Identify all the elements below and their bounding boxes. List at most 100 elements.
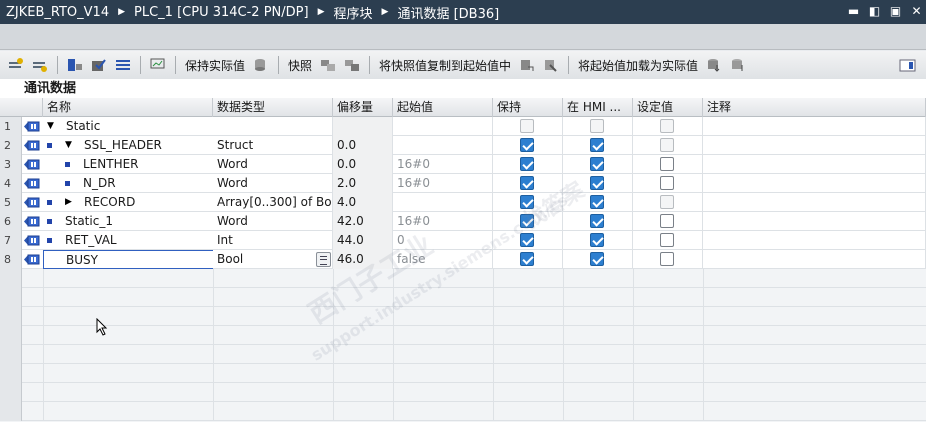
breadcrumb-program-blocks[interactable]: 程序块 (332, 3, 375, 22)
cell-start-value[interactable]: false (393, 250, 493, 269)
cell-start-value[interactable] (393, 136, 493, 155)
cell-comment[interactable] (703, 231, 926, 250)
copy-snapshot-to-start-button[interactable]: 将快照值复制到起始值中 (375, 57, 515, 74)
restore-icon[interactable]: ◧ (867, 3, 882, 18)
expand-down-icon[interactable]: ▼ (65, 140, 72, 150)
cell-start-value[interactable] (393, 117, 493, 136)
retain-checkbox[interactable] (520, 252, 534, 266)
cell-comment[interactable] (703, 136, 926, 155)
table-row[interactable]: 3 LENTHER Word 0.0 16#0 (0, 155, 926, 174)
table-row[interactable]: 8 BUSY Bool 46.0 false (0, 250, 926, 269)
setpoint-checkbox[interactable] (660, 214, 674, 228)
hmi-visible-checkbox[interactable] (590, 214, 604, 228)
maximize-icon[interactable]: ▣ (888, 3, 903, 18)
cell-name[interactable]: Static (66, 117, 213, 136)
setpoint-checkbox[interactable] (660, 176, 674, 190)
list-icon[interactable] (113, 55, 133, 75)
setpoint-checkbox[interactable] (660, 119, 674, 133)
cell-datatype[interactable]: Int (213, 231, 333, 250)
column-header-name[interactable]: 名称 (43, 98, 213, 117)
setpoint-checkbox[interactable] (660, 233, 674, 247)
cell-comment[interactable] (703, 193, 926, 212)
cell-start-value[interactable]: 16#0 (393, 155, 493, 174)
retain-checkbox[interactable] (520, 214, 534, 228)
column-header-start-value[interactable]: 起始值 (393, 98, 493, 117)
cell-name[interactable]: Static_1 (65, 212, 213, 231)
cell-name[interactable]: SSL_HEADER (84, 136, 213, 155)
minimize-icon[interactable]: ▬ (846, 3, 861, 18)
empty-cell (213, 307, 214, 326)
keep-actual-values-button[interactable]: 保持实际值 (181, 57, 249, 74)
cell-name[interactable]: RECORD (84, 193, 213, 212)
column-header-datatype[interactable]: 数据类型 (213, 98, 333, 117)
cell-name[interactable]: N_DR (83, 174, 213, 193)
cell-comment[interactable] (703, 250, 926, 269)
cell-datatype[interactable]: Word (213, 155, 333, 174)
cell-comment[interactable] (703, 212, 926, 231)
cell-name[interactable]: BUSY (43, 250, 213, 269)
table-row[interactable]: 7 RET_VAL Int 44.0 0 (0, 231, 926, 250)
cell-start-value[interactable]: 16#0 (393, 174, 493, 193)
cell-datatype[interactable]: Word (213, 212, 333, 231)
cell-datatype[interactable]: Array[0..300] of Bool (213, 193, 333, 212)
copy-to-start-all-icon[interactable] (541, 55, 561, 75)
load-actual-all-icon[interactable] (728, 55, 748, 75)
column-header-hmi[interactable]: 在 HMI ... (563, 98, 633, 117)
load-start-as-actual-button[interactable]: 将起始值加载为实际值 (574, 57, 702, 74)
cell-start-value[interactable] (393, 193, 493, 212)
panel-toggle-icon[interactable] (898, 56, 918, 76)
collapse-icon[interactable] (89, 55, 109, 75)
hmi-visible-checkbox[interactable] (590, 176, 604, 190)
table-row[interactable]: 4 N_DR Word 2.0 16#0 (0, 174, 926, 193)
cell-comment[interactable] (703, 174, 926, 193)
table-row[interactable]: 2 ▼ SSL_HEADER Struct 0.0 (0, 136, 926, 155)
snapshot-button[interactable]: 快照 (284, 57, 316, 74)
load-actual-icon[interactable] (704, 55, 724, 75)
setpoint-checkbox[interactable] (660, 252, 674, 266)
setpoint-checkbox[interactable] (660, 195, 674, 209)
setpoint-checkbox[interactable] (660, 138, 674, 152)
cell-comment[interactable] (703, 155, 926, 174)
retain-checkbox[interactable] (520, 233, 534, 247)
retain-checkbox[interactable] (520, 176, 534, 190)
close-icon[interactable]: ✕ (909, 3, 924, 18)
add-row-icon[interactable] (30, 55, 50, 75)
datatype-picker-button[interactable] (316, 252, 331, 267)
cell-comment[interactable] (703, 117, 926, 136)
hmi-visible-checkbox[interactable] (590, 233, 604, 247)
cell-datatype[interactable]: Bool (213, 250, 333, 269)
column-header-offset[interactable]: 偏移量 (333, 98, 393, 117)
retain-checkbox[interactable] (520, 157, 534, 171)
hmi-visible-checkbox[interactable] (590, 252, 604, 266)
expand-icon[interactable] (65, 55, 85, 75)
cell-name[interactable]: RET_VAL (65, 231, 213, 250)
column-header-setpoint[interactable]: 设定值 (633, 98, 703, 117)
cell-name[interactable]: LENTHER (83, 155, 213, 174)
cell-datatype[interactable]: Word (213, 174, 333, 193)
cell-start-value[interactable]: 16#0 (393, 212, 493, 231)
retain-checkbox[interactable] (520, 195, 534, 209)
table-row[interactable]: 6 Static_1 Word 42.0 16#0 (0, 212, 926, 231)
insert-row-icon[interactable] (6, 55, 26, 75)
column-header-retain[interactable]: 保持 (493, 98, 563, 117)
column-header-comment[interactable]: 注释 (703, 98, 926, 117)
hmi-visible-checkbox[interactable] (590, 157, 604, 171)
breadcrumb-plc[interactable]: PLC_1 [CPU 314C-2 PN/DP] (132, 5, 311, 20)
snapshot-load-icon[interactable] (342, 55, 362, 75)
breadcrumb-project[interactable]: ZJKEB_RTO_V14 (4, 5, 111, 20)
database-icon[interactable] (251, 55, 271, 75)
expand-down-icon[interactable]: ▼ (47, 121, 54, 131)
expand-right-icon[interactable]: ▶ (65, 197, 72, 207)
table-row[interactable]: 1 ▼ Static (0, 117, 926, 136)
monitor-icon[interactable] (148, 55, 168, 75)
snapshot-copy-icon[interactable] (318, 55, 338, 75)
hmi-visible-checkbox[interactable] (590, 195, 604, 209)
cell-datatype[interactable]: Struct (213, 136, 333, 155)
hmi-visible-checkbox[interactable] (590, 138, 604, 152)
table-row[interactable]: 5 ▶ RECORD Array[0..300] of Bool 4.0 (0, 193, 926, 212)
setpoint-checkbox[interactable] (660, 157, 674, 171)
cell-datatype[interactable] (213, 117, 333, 136)
retain-checkbox[interactable] (520, 138, 534, 152)
copy-to-start-icon[interactable] (517, 55, 537, 75)
cell-start-value[interactable]: 0 (393, 231, 493, 250)
